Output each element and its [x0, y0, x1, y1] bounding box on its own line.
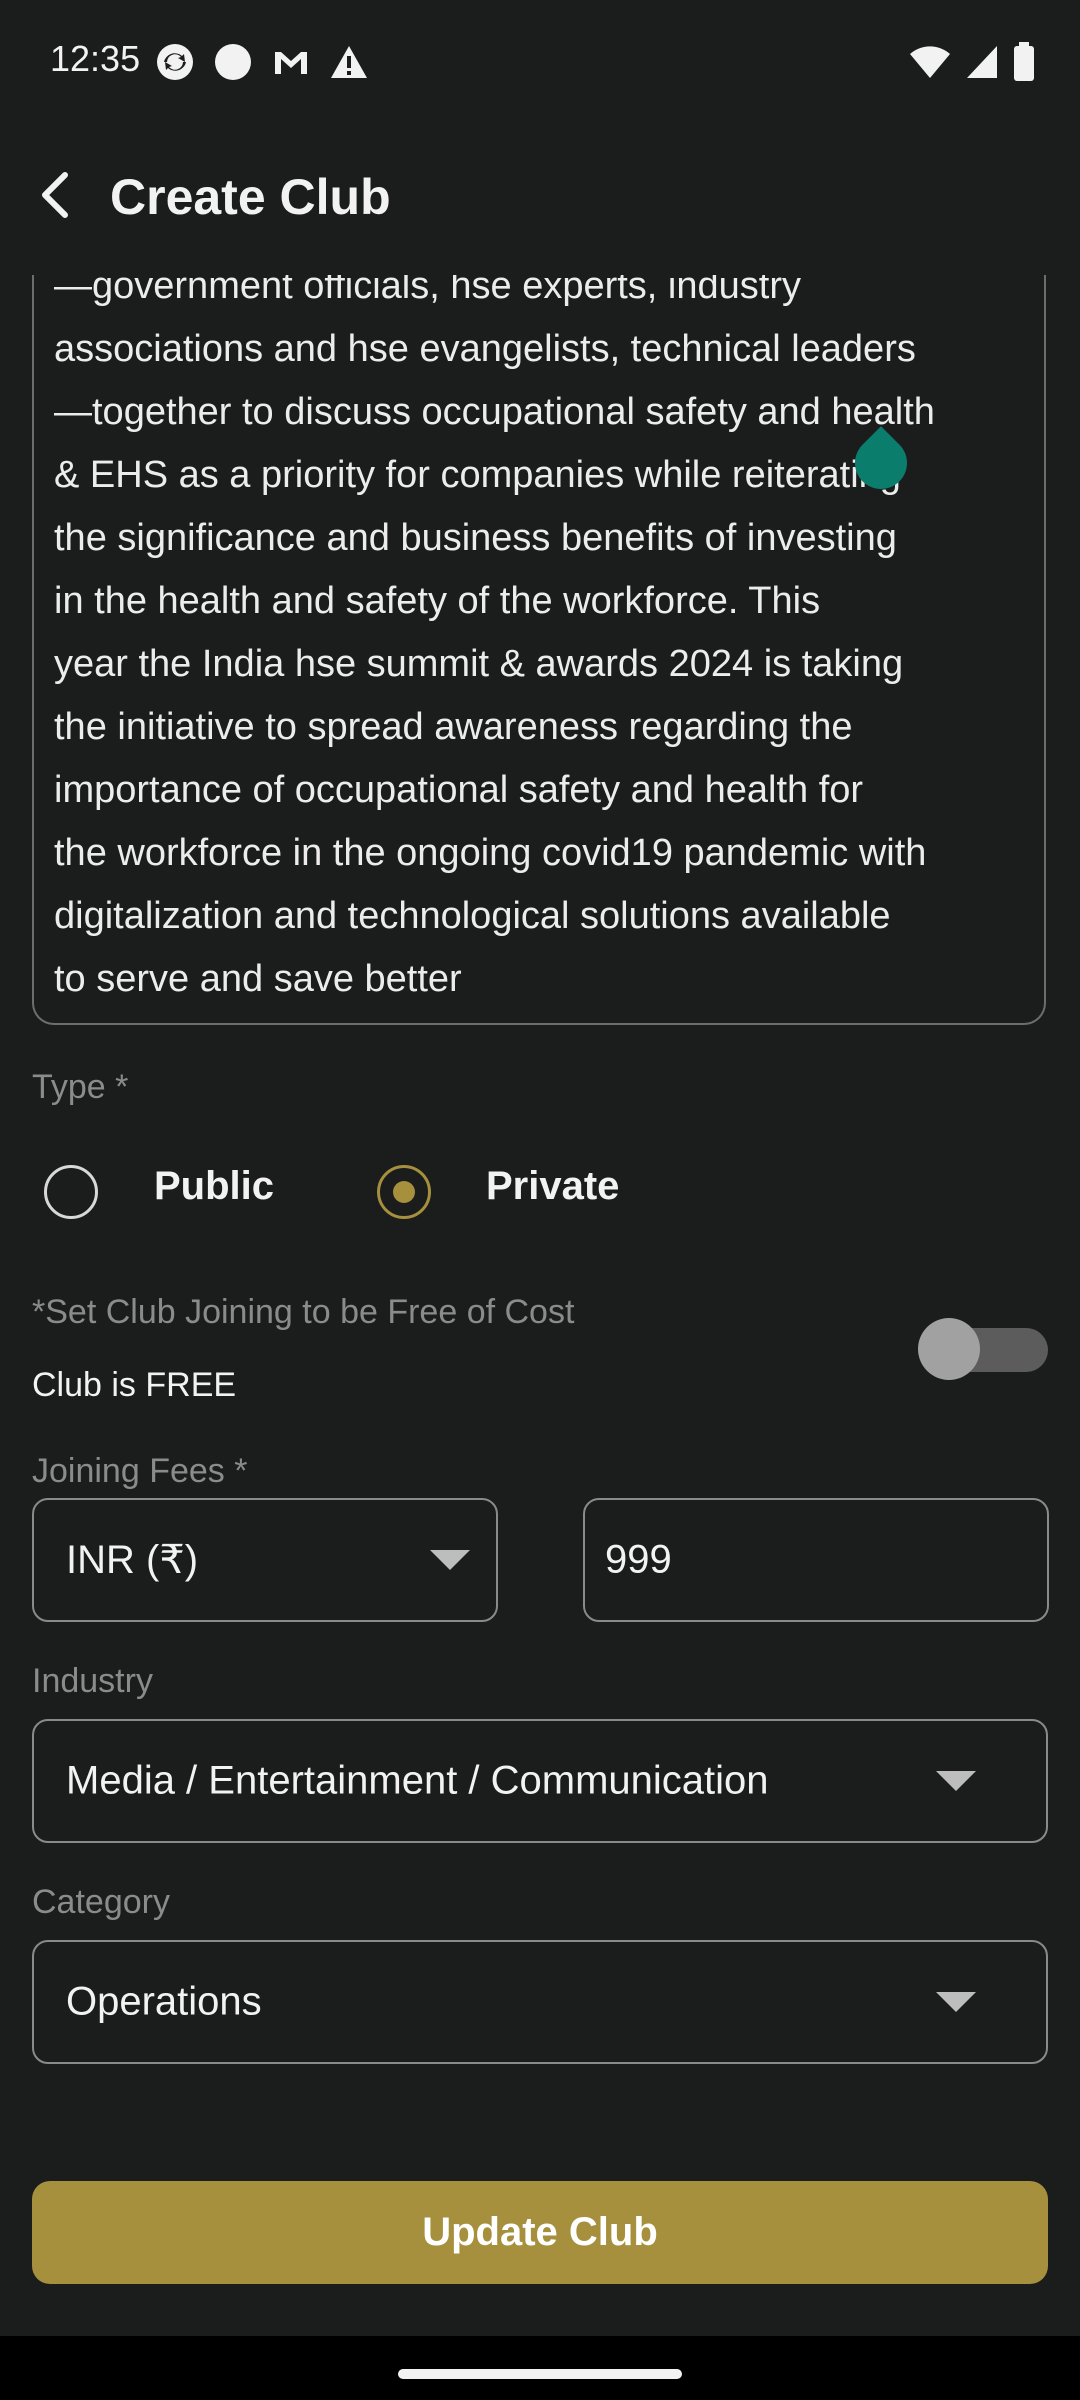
radio-private-label[interactable]: Private — [486, 1164, 619, 1209]
home-indicator[interactable] — [398, 2369, 682, 2379]
description-text: —government officials, hse experts, indu… — [54, 275, 935, 1000]
navigation-bar — [0, 2336, 1080, 2400]
free-joining-status: Club is FREE — [32, 1366, 237, 1404]
back-button[interactable] — [20, 162, 90, 232]
fee-amount-value: 999 — [605, 1537, 672, 1582]
warning-icon — [329, 42, 369, 87]
industry-value: Media / Entertainment / Communication — [66, 1758, 769, 1803]
chevron-down-icon — [936, 1771, 976, 1791]
description-textarea[interactable]: —government officials, hse experts, indu… — [32, 275, 1046, 1025]
joining-fees-label: Joining Fees * — [32, 1452, 248, 1490]
wifi-icon — [909, 44, 951, 85]
currency-dropdown[interactable]: INR (₹) — [32, 1498, 498, 1622]
back-arrow-icon — [35, 170, 75, 225]
app-bar: Create Club — [0, 140, 1080, 260]
radio-public-label[interactable]: Public — [154, 1164, 274, 1209]
page-title: Create Club — [110, 169, 391, 225]
toggle-thumb — [918, 1318, 980, 1380]
type-label: Type * — [32, 1068, 129, 1106]
category-value: Operations — [66, 1979, 262, 2024]
gmail-icon — [271, 42, 311, 87]
notification-icons — [155, 42, 369, 87]
industry-dropdown[interactable]: Media / Entertainment / Communication — [32, 1719, 1048, 1843]
system-icons — [909, 42, 1035, 87]
radio-public[interactable] — [44, 1165, 98, 1219]
free-joining-toggle[interactable] — [918, 1318, 1050, 1380]
industry-label: Industry — [32, 1662, 153, 1700]
fee-amount-input[interactable]: 999 — [583, 1498, 1049, 1622]
currency-value: INR (₹) — [66, 1538, 199, 1582]
status-time: 12:35 — [50, 38, 141, 79]
category-dropdown[interactable]: Operations — [32, 1940, 1048, 2064]
free-joining-note: *Set Club Joining to be Free of Cost — [32, 1293, 575, 1331]
update-club-button[interactable]: Update Club — [32, 2181, 1048, 2284]
radio-private[interactable] — [377, 1165, 431, 1219]
chevron-down-icon — [936, 1992, 976, 2012]
battery-icon — [1013, 42, 1035, 87]
chevron-down-icon — [430, 1550, 470, 1570]
category-label: Category — [32, 1883, 170, 1921]
circle-icon — [213, 42, 253, 87]
sync-icon — [155, 42, 195, 87]
status-bar: 12:35 — [0, 0, 1080, 130]
signal-icon — [965, 44, 999, 85]
